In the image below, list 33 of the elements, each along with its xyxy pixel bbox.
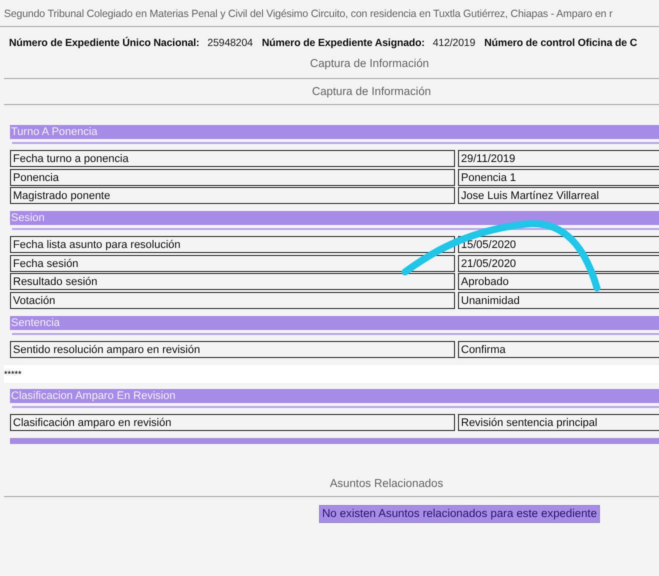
field-label: Número de Expediente Asignado: <box>262 38 425 49</box>
asterisks-text: ***** <box>4 364 659 382</box>
value-cell: Revisión sentencia principal <box>458 414 659 430</box>
label-cell: Fecha turno a ponencia <box>10 150 455 167</box>
value-cell: Unanimidad <box>458 292 659 308</box>
field-value: 412/2019 <box>432 38 476 49</box>
label-cell: Ponencia <box>10 168 455 186</box>
label-cell: Fecha lista asunto para resolución <box>10 236 455 253</box>
value-cell: Ponencia 1 <box>458 168 659 186</box>
section-caption: Captura de Información <box>308 57 430 72</box>
section-caption: Asuntos Relacionados <box>4 444 659 496</box>
section-header: Turno A Ponencia <box>10 125 659 139</box>
label-cell: Votación <box>10 292 455 308</box>
value-cell: 21/05/2020 <box>458 254 659 272</box>
field-label: Número de Expediente Único Nacional: <box>9 38 200 49</box>
field-label: Número de control Oficina de C <box>484 38 638 49</box>
label-cell: Resultado sesión <box>10 273 455 290</box>
section-caption: Captura de Información <box>4 78 659 105</box>
section-header: Clasificacion Amparo En Revision <box>10 388 659 402</box>
empty-message: No existen Asuntos relacionados para este expediente <box>319 504 600 522</box>
section-header: Sentencia <box>10 316 659 330</box>
value-cell: 15/05/2020 <box>458 236 659 253</box>
label-cell: Magistrado ponente <box>10 187 455 204</box>
label-cell: Sentido resolución amparo en revisión <box>10 340 455 358</box>
value-cell: 29/11/2019 <box>458 150 659 167</box>
value-cell: Confirma <box>458 340 659 358</box>
page-title: Segundo Tribunal Colegiado en Materias Penal y Civil del Vigésimo Circuito, con residencia en Tuxtla Gutiérrez, Chiapas - Amparo en r <box>0 0 659 27</box>
label-cell: Fecha sesión <box>10 254 455 272</box>
field-value: 25948204 <box>207 38 253 49</box>
label-cell: Clasificación amparo en revisión <box>10 414 455 430</box>
value-cell: Jose Luis Martínez Villarreal <box>458 187 659 204</box>
value-cell: Aprobado <box>458 273 659 290</box>
section-header: Sesion <box>10 211 659 225</box>
